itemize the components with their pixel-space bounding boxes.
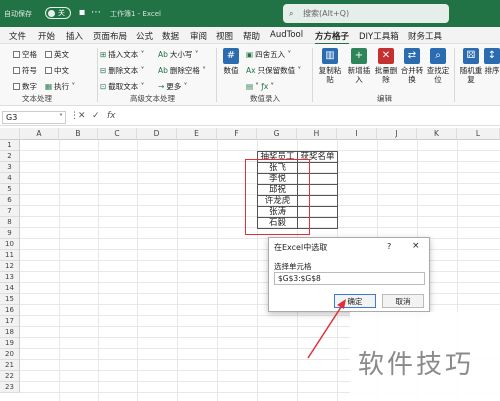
- watermark-text: 软件技巧: [358, 350, 475, 380]
- watermark: 软件技巧: [350, 312, 500, 401]
